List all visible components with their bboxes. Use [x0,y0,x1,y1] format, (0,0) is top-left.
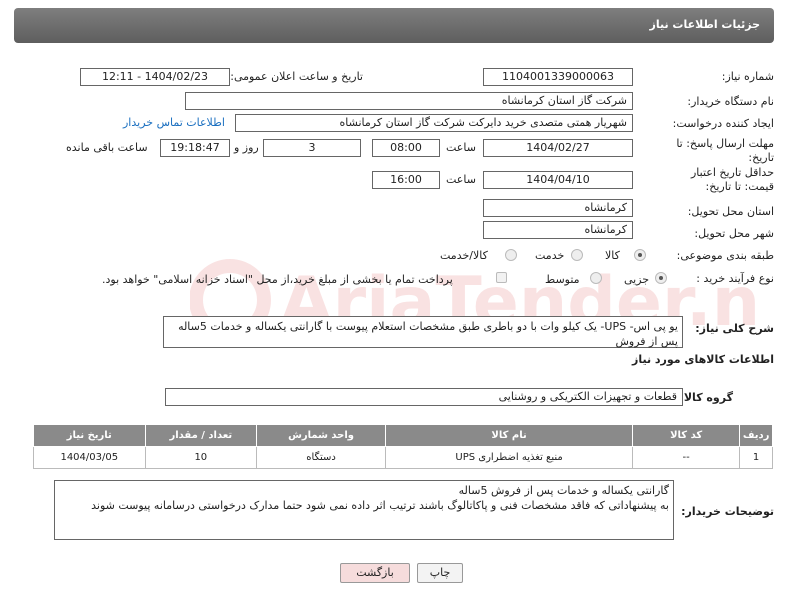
cell-date: 1404/03/05 [33,446,146,469]
cell-code: -- [632,446,741,469]
province-field: کرمانشاه [483,199,633,217]
deadline-days-field: 3 [263,139,361,157]
treasury-note: پرداخت تمام یا بخشی از مبلغ خرید،از محل … [102,273,453,286]
process-option-medium: متوسط [545,273,580,286]
cell-unit: دستگاه [256,446,387,469]
buyer-notes-field: گارانتی یکساله و خدمات پس از فروش 5ساله … [54,480,674,540]
announce-label: تاریخ و ساعت اعلان عمومی: [230,70,363,83]
cell-qty: 10 [144,446,258,469]
col-date: تاریخ نیاز [33,424,146,447]
back-button[interactable]: بازگشت [340,563,410,583]
goods-group-field: قطعات و تجهیزات الکتریکی و روشنایی [165,388,683,406]
remaining-label: ساعت باقی مانده [66,141,148,154]
items-table: ردیف کد کالا نام کالا واحد شمارش تعداد /… [33,424,773,469]
col-code: کد کالا [632,424,741,447]
category-option-goods: کالا [605,249,620,262]
city-label: شهر محل تحویل: [694,227,774,240]
print-button[interactable]: چاپ [417,563,463,583]
days-label: روز و [234,141,259,154]
deadline-time-label: ساعت [446,141,476,154]
description-field: یو پی اس- UPS- یک کیلو وات با دو باطری ط… [163,316,683,348]
buyer-contact-link[interactable]: اطلاعات تماس خریدار [123,116,225,129]
goods-group-label: گروه کالا: [679,391,733,404]
buyer-notes-line2: به پیشنهاداتی که فاقد مشخصات فنی و پاکات… [91,499,669,512]
deadline-label: مهلت ارسال پاسخ: تا تاریخ: [676,137,774,164]
cell-name: منبع تغذیه اضطراری UPS [385,446,634,469]
deadline-date-field: 1404/02/27 [483,139,633,157]
header-bar: جزئیات اطلاعات نیاز [14,8,774,43]
treasury-checkbox[interactable] [496,272,507,283]
need-number-field: 1104001339000063 [483,68,633,86]
need-number-label: شماره نیاز: [721,70,774,83]
city-field: کرمانشاه [483,221,633,239]
validity-time-field: 16:00 [372,171,440,189]
announce-field: 1404/02/23 - 12:11 [80,68,230,86]
process-radio-partial[interactable] [655,272,667,284]
category-option-both: کالا/خدمت [440,249,488,262]
category-radio-both[interactable] [505,249,517,261]
buyer-notes-line1: گارانتی یکساله و خدمات پس از فروش 5ساله [458,484,669,497]
category-radio-service[interactable] [571,249,583,261]
col-qty: تعداد / مقدار [144,424,258,447]
page-title: جزئیات اطلاعات نیاز [649,18,761,31]
category-option-service: خدمت [535,249,565,262]
description-label: شرح کلی نیاز: [695,322,774,335]
process-label: نوع فرآیند خرید : [696,272,774,285]
creator-field: شهریار همتی متصدی خرید دایرکت شرکت گاز ا… [235,114,633,132]
cell-row: 1 [739,446,773,469]
col-name: نام کالا [385,424,634,447]
process-option-partial: جزیی [624,273,650,286]
buyer-org-field: شرکت گاز استان کرمانشاه [185,92,633,110]
buyer-org-label: نام دستگاه خریدار: [687,95,774,108]
category-label: طبقه بندی موضوعی: [676,249,774,262]
process-radio-medium[interactable] [590,272,602,284]
table-row: 1 -- منبع تغذیه اضطراری UPS دستگاه 10 14… [33,446,773,469]
col-row: ردیف [739,424,773,447]
validity-date-field: 1404/04/10 [483,171,633,189]
creator-label: ایجاد کننده درخواست: [672,117,774,130]
deadline-time-field: 08:00 [372,139,440,157]
validity-time-label: ساعت [446,173,476,186]
goods-section-title: اطلاعات کالاهای مورد نیاز [632,353,774,366]
province-label: استان محل تحویل: [687,205,774,218]
buyer-notes-label: توضیحات خریدار: [681,505,774,518]
col-unit: واحد شمارش [256,424,387,447]
category-radio-goods[interactable] [634,249,646,261]
validity-label: حداقل تاریخ اعتبار قیمت: تا تاریخ: [690,166,774,193]
remaining-time-field: 19:18:47 [160,139,230,157]
